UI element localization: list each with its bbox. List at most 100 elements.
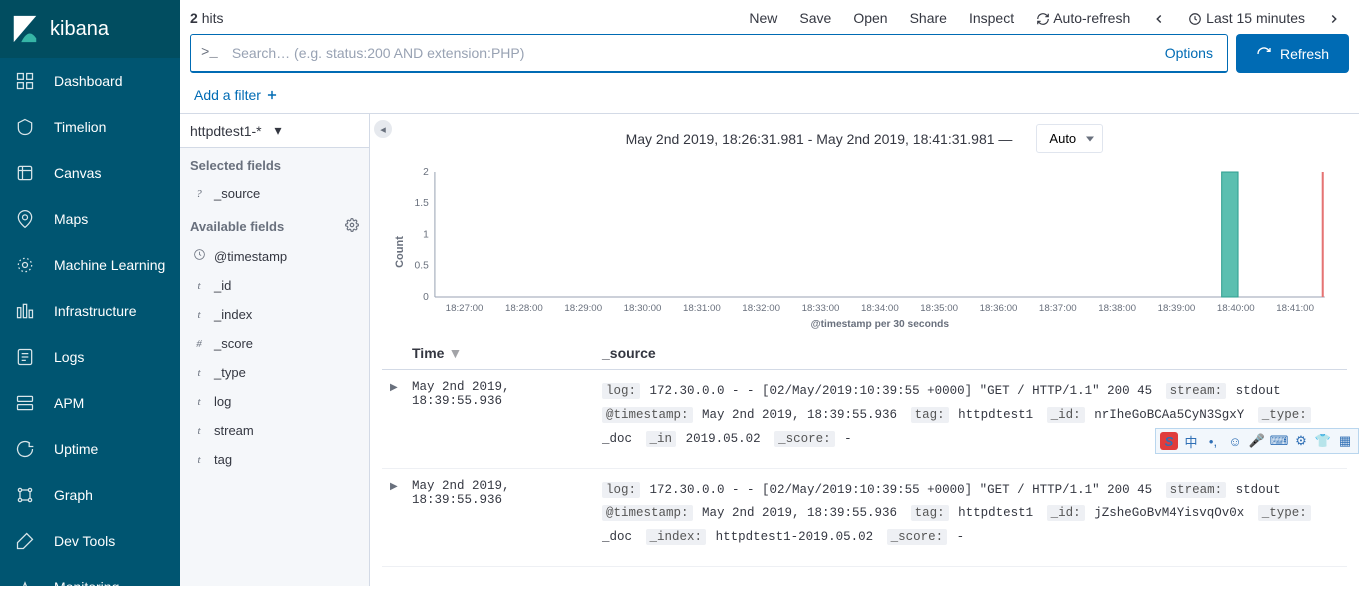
svg-text:@timestamp per 30 seconds: @timestamp per 30 seconds (811, 319, 950, 330)
nav-maps[interactable]: Maps (0, 196, 180, 242)
nav-label: Canvas (54, 165, 101, 181)
refresh-icon (1036, 12, 1050, 26)
field-name: _type (214, 365, 246, 380)
ime-logo-icon[interactable]: S (1160, 432, 1178, 450)
chevron-down-icon: ▾ (275, 122, 360, 139)
kv-value: stdout (1236, 384, 1281, 398)
field-_source[interactable]: ?_source (180, 179, 369, 208)
kv-key: log: (602, 383, 640, 399)
histogram[interactable]: Count 00.511.5218:27:0018:28:0018:29:001… (394, 167, 1335, 337)
sidebar: kibana Dashboard Timelion Canvas Maps Machin… (0, 0, 180, 586)
kv-key: _id: (1047, 407, 1085, 423)
add-filter-button[interactable]: Add a filter (194, 87, 279, 103)
nav-logs[interactable]: Logs (0, 334, 180, 380)
nav-apm[interactable]: APM (0, 380, 180, 426)
nav-monitoring[interactable]: Monitoring (0, 564, 180, 610)
field-log[interactable]: tlog (180, 387, 369, 416)
search-input[interactable] (228, 35, 1151, 71)
svg-text:0: 0 (423, 292, 429, 303)
menu-open[interactable]: Open (845, 6, 895, 30)
logo[interactable]: kibana (0, 0, 180, 58)
search-options[interactable]: Options (1151, 45, 1227, 61)
field-type-icon: # (192, 338, 206, 350)
nav-uptime[interactable]: Uptime (0, 426, 180, 472)
ime-skin-icon[interactable]: 👕 (1314, 432, 1332, 450)
field-type-icon: t (192, 425, 206, 437)
nav-timelion[interactable]: Timelion (0, 104, 180, 150)
nav-graph[interactable]: Graph (0, 472, 180, 518)
interval-select[interactable]: Auto (1036, 124, 1103, 153)
gear-icon[interactable] (345, 218, 359, 235)
expand-row-button[interactable]: ▶ (390, 479, 412, 550)
ime-mic-icon[interactable]: 🎤 (1248, 432, 1266, 450)
nav-icon (14, 254, 36, 276)
menu-new[interactable]: New (741, 6, 785, 30)
time-prev[interactable] (1144, 6, 1174, 30)
selected-fields-heading: Selected fields (180, 148, 369, 179)
ime-smiley-icon[interactable]: ☺ (1226, 432, 1244, 450)
kibana-logo-icon (10, 14, 40, 44)
histogram-header: May 2nd 2019, 18:26:31.981 - May 2nd 201… (370, 114, 1359, 163)
field-stream[interactable]: tstream (180, 416, 369, 445)
ime-punct-icon[interactable]: •, (1204, 432, 1222, 450)
field-@timestamp[interactable]: @timestamp (180, 241, 369, 271)
svg-text:2: 2 (423, 167, 429, 178)
nav-icon (14, 70, 36, 92)
kv-key: log: (602, 482, 640, 498)
search-box[interactable]: >_ Options (190, 34, 1228, 73)
field-_type[interactable]: t_type (180, 358, 369, 387)
ime-settings-icon[interactable]: ⚙ (1292, 432, 1310, 450)
kv-key: _index: (646, 529, 707, 545)
field-_index[interactable]: t_index (180, 300, 369, 329)
refresh-button[interactable]: Refresh (1236, 34, 1349, 73)
kv-key: _in (646, 431, 677, 447)
chevron-right-icon (1327, 12, 1341, 26)
col-time-header[interactable]: Time ▼ (412, 345, 602, 361)
menu-autorefresh[interactable]: Auto-refresh (1028, 6, 1138, 30)
kv-value: May 2nd 2019, 18:39:55.936 (702, 506, 897, 520)
table-header: Time ▼ _source (382, 337, 1347, 370)
nav-label: Graph (54, 487, 93, 503)
menu-inspect[interactable]: Inspect (961, 6, 1022, 30)
svg-text:18:34:00: 18:34:00 (861, 303, 899, 314)
nav-dashboard[interactable]: Dashboard (0, 58, 180, 104)
field-name: _score (214, 336, 253, 351)
nav-canvas[interactable]: Canvas (0, 150, 180, 196)
kv-key: stream: (1166, 383, 1227, 399)
nav-icon (14, 484, 36, 506)
nav-label: Maps (54, 211, 88, 227)
time-range[interactable]: Last 15 minutes (1180, 6, 1313, 30)
kv-value: httpdtest1-2019.05.02 (716, 530, 874, 544)
index-pattern-select[interactable]: httpdtest1-* ▾ (180, 114, 369, 148)
svg-text:18:35:00: 18:35:00 (920, 303, 958, 314)
ime-lang-icon[interactable]: 中 (1182, 432, 1200, 450)
nav-dev-tools[interactable]: Dev Tools (0, 518, 180, 564)
kv-key: _id: (1047, 505, 1085, 521)
table-row: ▶May 2nd 2019, 18:39:55.936log: 172.30.0… (382, 469, 1347, 567)
menu-share[interactable]: Share (902, 6, 955, 30)
menu-save[interactable]: Save (791, 6, 839, 30)
ime-keyboard-icon[interactable]: ⌨ (1270, 432, 1288, 450)
field-tag[interactable]: ttag (180, 445, 369, 474)
nav-label: Dashboard (54, 73, 123, 89)
field-_id[interactable]: t_id (180, 271, 369, 300)
svg-text:18:36:00: 18:36:00 (980, 303, 1018, 314)
field-_score[interactable]: # _score (180, 329, 369, 358)
expand-row-button[interactable]: ▶ (390, 380, 412, 451)
search-row: >_ Options Refresh (180, 30, 1359, 79)
time-next[interactable] (1319, 6, 1349, 30)
main: 2 hits New Save Open Share Inspect Auto-… (180, 0, 1359, 586)
nav-infrastructure[interactable]: Infrastructure (0, 288, 180, 334)
nav-label: Uptime (54, 441, 98, 457)
kv-value: stdout (1236, 483, 1281, 497)
nav-machine-learning[interactable]: Machine Learning (0, 242, 180, 288)
ime-toolbar[interactable]: S 中 •, ☺ 🎤 ⌨ ⚙ 👕 ▦ (1155, 428, 1359, 454)
row-time: May 2nd 2019, 18:39:55.936 (412, 380, 602, 451)
nav-label: Dev Tools (54, 533, 115, 549)
nav-icon (14, 346, 36, 368)
kv-value: - (844, 432, 852, 446)
clock-icon (192, 248, 206, 264)
col-source-header[interactable]: _source (602, 345, 1339, 361)
kv-key: _type: (1258, 407, 1311, 423)
ime-grid-icon[interactable]: ▦ (1336, 432, 1354, 450)
